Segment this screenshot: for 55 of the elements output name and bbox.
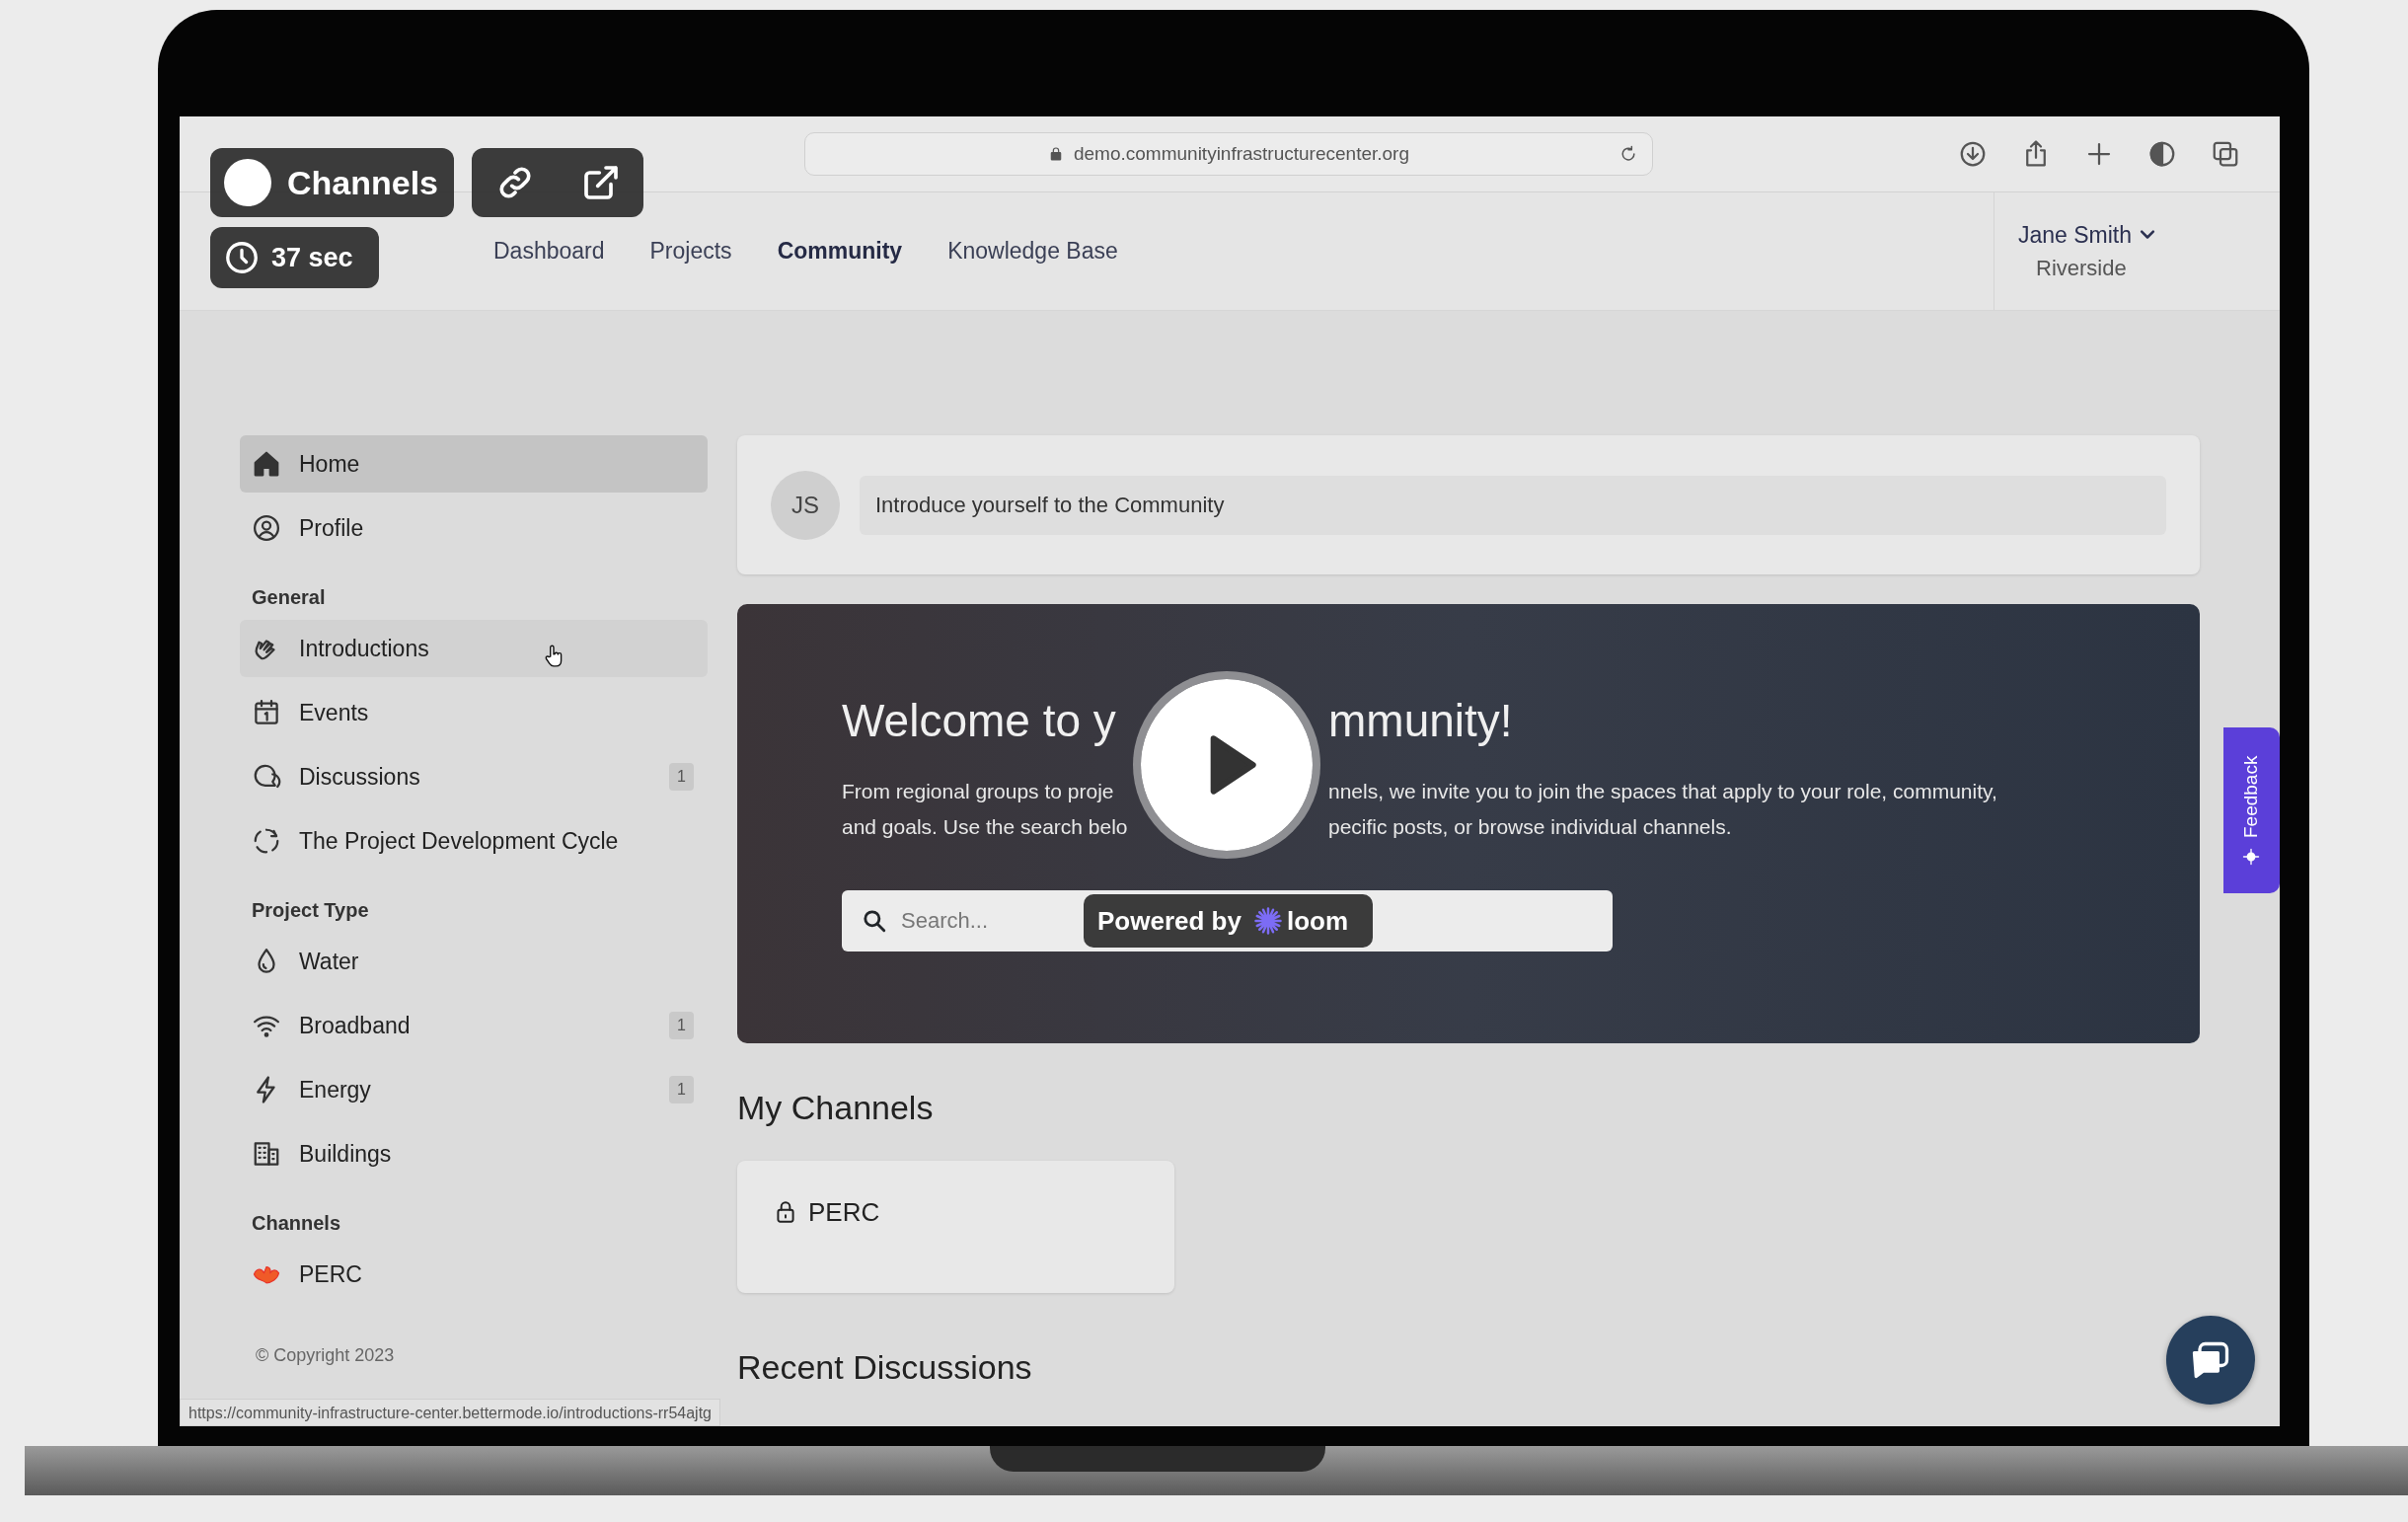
recorder-title: Channels	[287, 162, 439, 203]
status-bar-url: https://community-infrastructure-center.bettermode.io/introductions-rr54ajtg	[180, 1399, 720, 1426]
address-bar[interactable]: demo.communityinfrastructurecenter.org	[804, 132, 1653, 176]
nav-link[interactable]: Knowledge Base	[947, 234, 1118, 268]
sidebar-item[interactable]: The Project Development Cycle	[240, 812, 708, 870]
sidebar-item[interactable]: Energy 1	[240, 1061, 708, 1118]
feedback-tab[interactable]: Feedback	[2223, 727, 2280, 893]
dashed-circle-icon	[252, 826, 281, 856]
nav-link[interactable]: Projects	[649, 234, 732, 268]
post-input[interactable]: Introduce yourself to the Community	[860, 475, 2166, 535]
url-text: demo.communityinfrastructurecenter.org	[1073, 141, 1409, 166]
sidebar-heading: General	[252, 585, 327, 610]
user-location: Riverside	[2036, 255, 2128, 283]
user-menu[interactable]: Jane Smith	[2018, 217, 2280, 253]
section-heading: My Channels	[737, 1088, 935, 1128]
count-badge: 1	[669, 1012, 694, 1039]
search-icon	[862, 908, 887, 934]
starburst-logo-icon	[1252, 906, 1283, 936]
hero-text: From regional groups to proje	[842, 779, 1114, 804]
avatar: JS	[771, 470, 840, 540]
person-circle-icon	[252, 513, 281, 543]
tabs-icon[interactable]	[2211, 139, 2240, 169]
sidebar-item[interactable]: Water	[240, 933, 708, 990]
house-icon	[252, 449, 281, 479]
channel-link[interactable]: PERC	[773, 1194, 880, 1230]
hero-text: nnels, we invite you to join the spaces that apply to your role, community,	[1328, 779, 1997, 804]
nav-link[interactable]: Community	[777, 234, 903, 268]
hero-title: mmunity!	[1328, 694, 1513, 748]
sidebar-item[interactable]: Discussions 1	[240, 748, 708, 805]
count-badge: 1	[669, 763, 694, 791]
count-badge: 1	[669, 1076, 694, 1103]
sidebar-item[interactable]: PERC	[240, 1246, 708, 1303]
building-icon	[252, 1139, 281, 1169]
nav-link[interactable]: Dashboard	[493, 234, 605, 268]
sidebar-item[interactable]: Broadband 1	[240, 997, 708, 1054]
timer-text: 37 sec	[271, 241, 353, 274]
calendar-icon	[252, 698, 281, 727]
record-dot	[224, 159, 271, 206]
copyright-text: © Copyright 2023	[256, 1344, 396, 1367]
clock-icon	[224, 240, 260, 275]
sidebar-item[interactable]: Introductions	[240, 620, 708, 677]
sidebar-heading: Project Type	[252, 898, 370, 923]
sidebar-item[interactable]: Buildings	[240, 1125, 708, 1182]
sidebar-item[interactable]: Home	[240, 435, 708, 493]
sidebar-item[interactable]: Events	[240, 684, 708, 741]
brand-name: loom	[1286, 904, 1349, 938]
hero-text: pecific posts, or browse individual channels.	[1328, 814, 1732, 840]
download-icon[interactable]	[1958, 139, 1988, 169]
hero-title: Welcome to y	[842, 694, 1116, 748]
powered-by-text: Powered by	[1097, 904, 1242, 938]
chat-button[interactable]	[2166, 1316, 2255, 1405]
sidebar-heading: Channels	[252, 1211, 342, 1236]
hero-text: and goals. Use the search belo	[842, 814, 1128, 840]
section-heading: Recent Discussions	[737, 1347, 1033, 1388]
sidebar-item[interactable]: Profile	[240, 499, 708, 557]
